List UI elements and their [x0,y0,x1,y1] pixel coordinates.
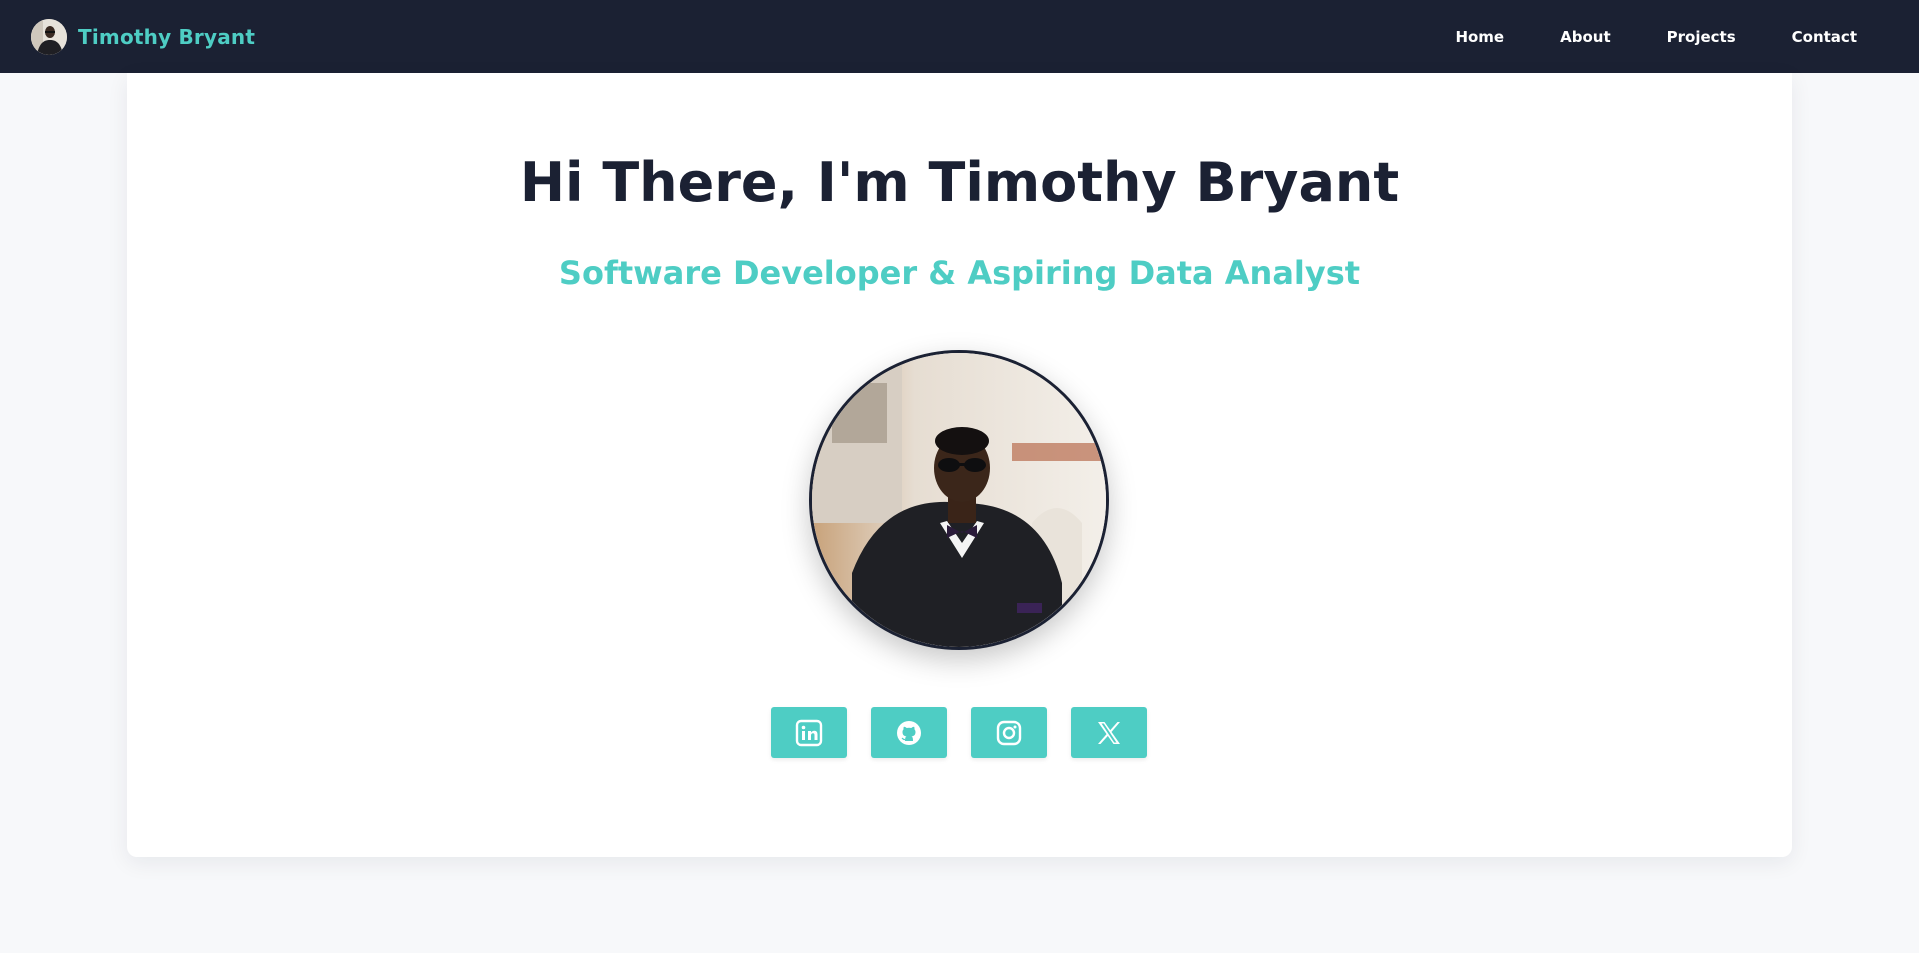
x-icon [1098,721,1120,744]
linkedin-icon [795,719,823,746]
x-button[interactable] [1071,707,1147,758]
social-links [771,707,1147,758]
brand-name: Timothy Bryant [78,24,256,49]
nav-home[interactable]: Home [1455,28,1504,46]
nav-about[interactable]: About [1560,28,1611,46]
nav-projects[interactable]: Projects [1667,28,1736,46]
profile-photo [809,350,1109,650]
page-title: Hi There, I'm Timothy Bryant [519,151,1400,214]
brand-link[interactable]: Timothy Bryant [31,18,256,55]
profile-photo-image [812,353,1106,647]
page-subtitle: Software Developer & Aspiring Data Analy… [558,254,1361,292]
avatar-image [31,18,67,55]
top-navbar: Timothy Bryant Home About Projects Conta… [0,0,1919,73]
main-nav: Home About Projects Contact [1399,28,1857,46]
avatar [31,18,67,55]
github-button[interactable] [871,707,947,758]
instagram-icon [996,720,1022,745]
instagram-button[interactable] [971,707,1047,758]
nav-contact[interactable]: Contact [1792,28,1857,46]
github-icon [897,720,921,745]
linkedin-button[interactable] [771,707,847,758]
